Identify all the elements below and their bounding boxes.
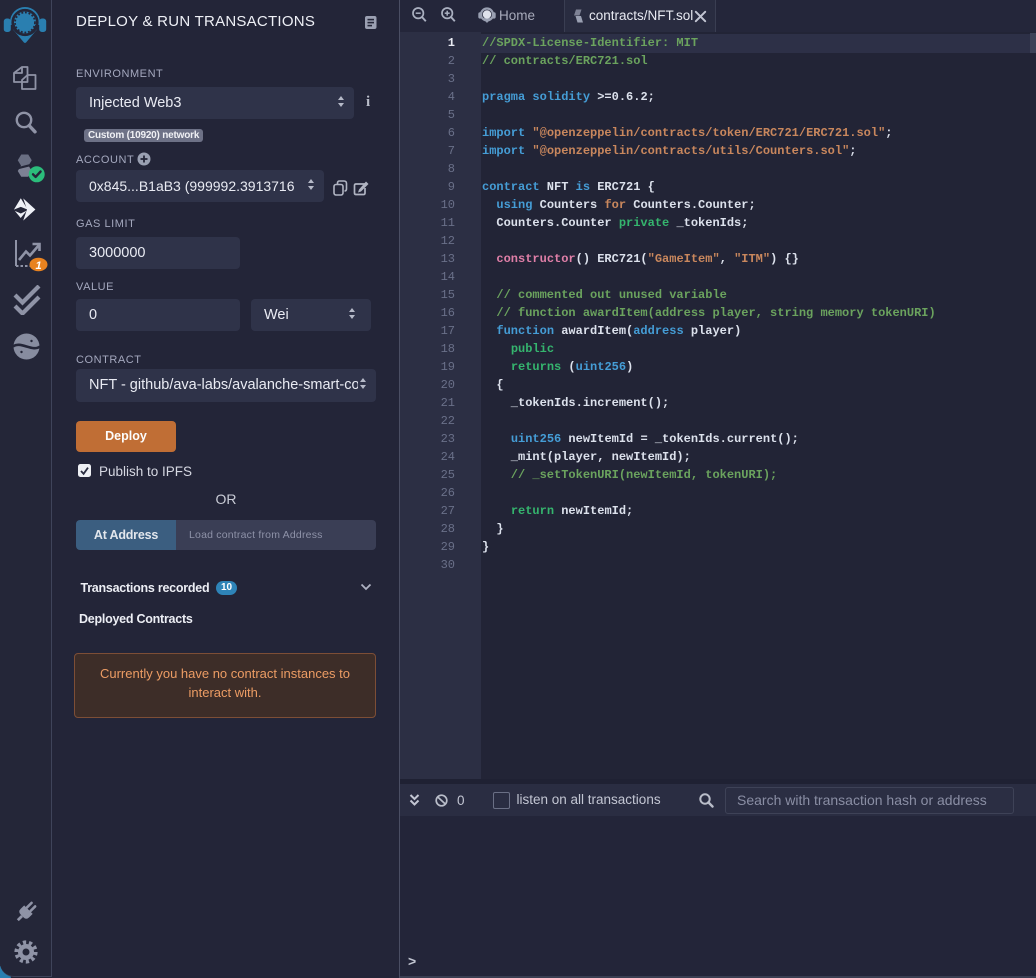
- svg-text:1: 1: [35, 260, 41, 272]
